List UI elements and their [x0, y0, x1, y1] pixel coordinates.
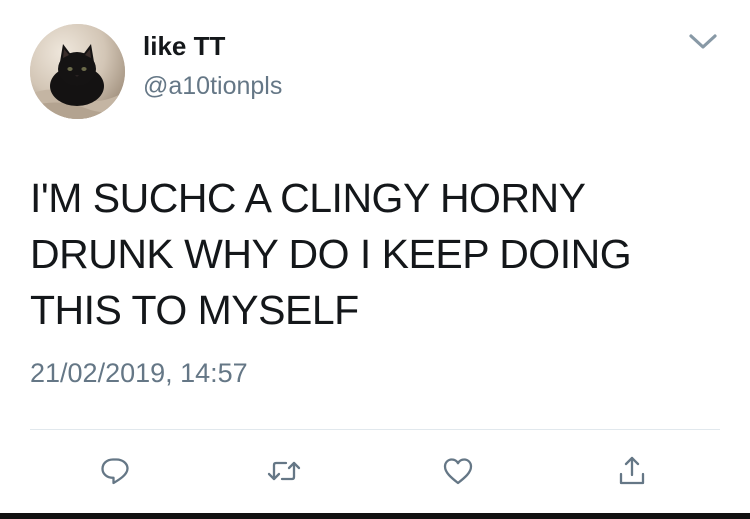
display-name[interactable]: like TT: [143, 30, 225, 62]
cat-photo: [30, 24, 125, 119]
user-handle[interactable]: @a10tionpls: [143, 71, 282, 101]
like-button[interactable]: [436, 451, 480, 491]
tweet-timestamp[interactable]: 21/02/2019, 14:57: [30, 356, 248, 390]
avatar[interactable]: [30, 24, 125, 119]
retweet-icon: [267, 461, 301, 481]
share-icon: [619, 456, 645, 485]
tweet-card: like TT @a10tionpls I'M SUCHC A CLINGY H…: [0, 0, 750, 519]
divider: [30, 429, 720, 430]
reply-button[interactable]: [93, 451, 137, 491]
bottom-border: [0, 513, 750, 519]
chevron-down-icon[interactable]: [683, 27, 723, 55]
share-button[interactable]: [610, 451, 654, 491]
retweet-button[interactable]: [262, 451, 306, 491]
heart-icon: [443, 458, 473, 485]
tweet-text: I'M SUCHC A CLINGY HORNY DRUNK WHY DO I …: [30, 175, 632, 333]
reply-icon: [101, 458, 129, 485]
